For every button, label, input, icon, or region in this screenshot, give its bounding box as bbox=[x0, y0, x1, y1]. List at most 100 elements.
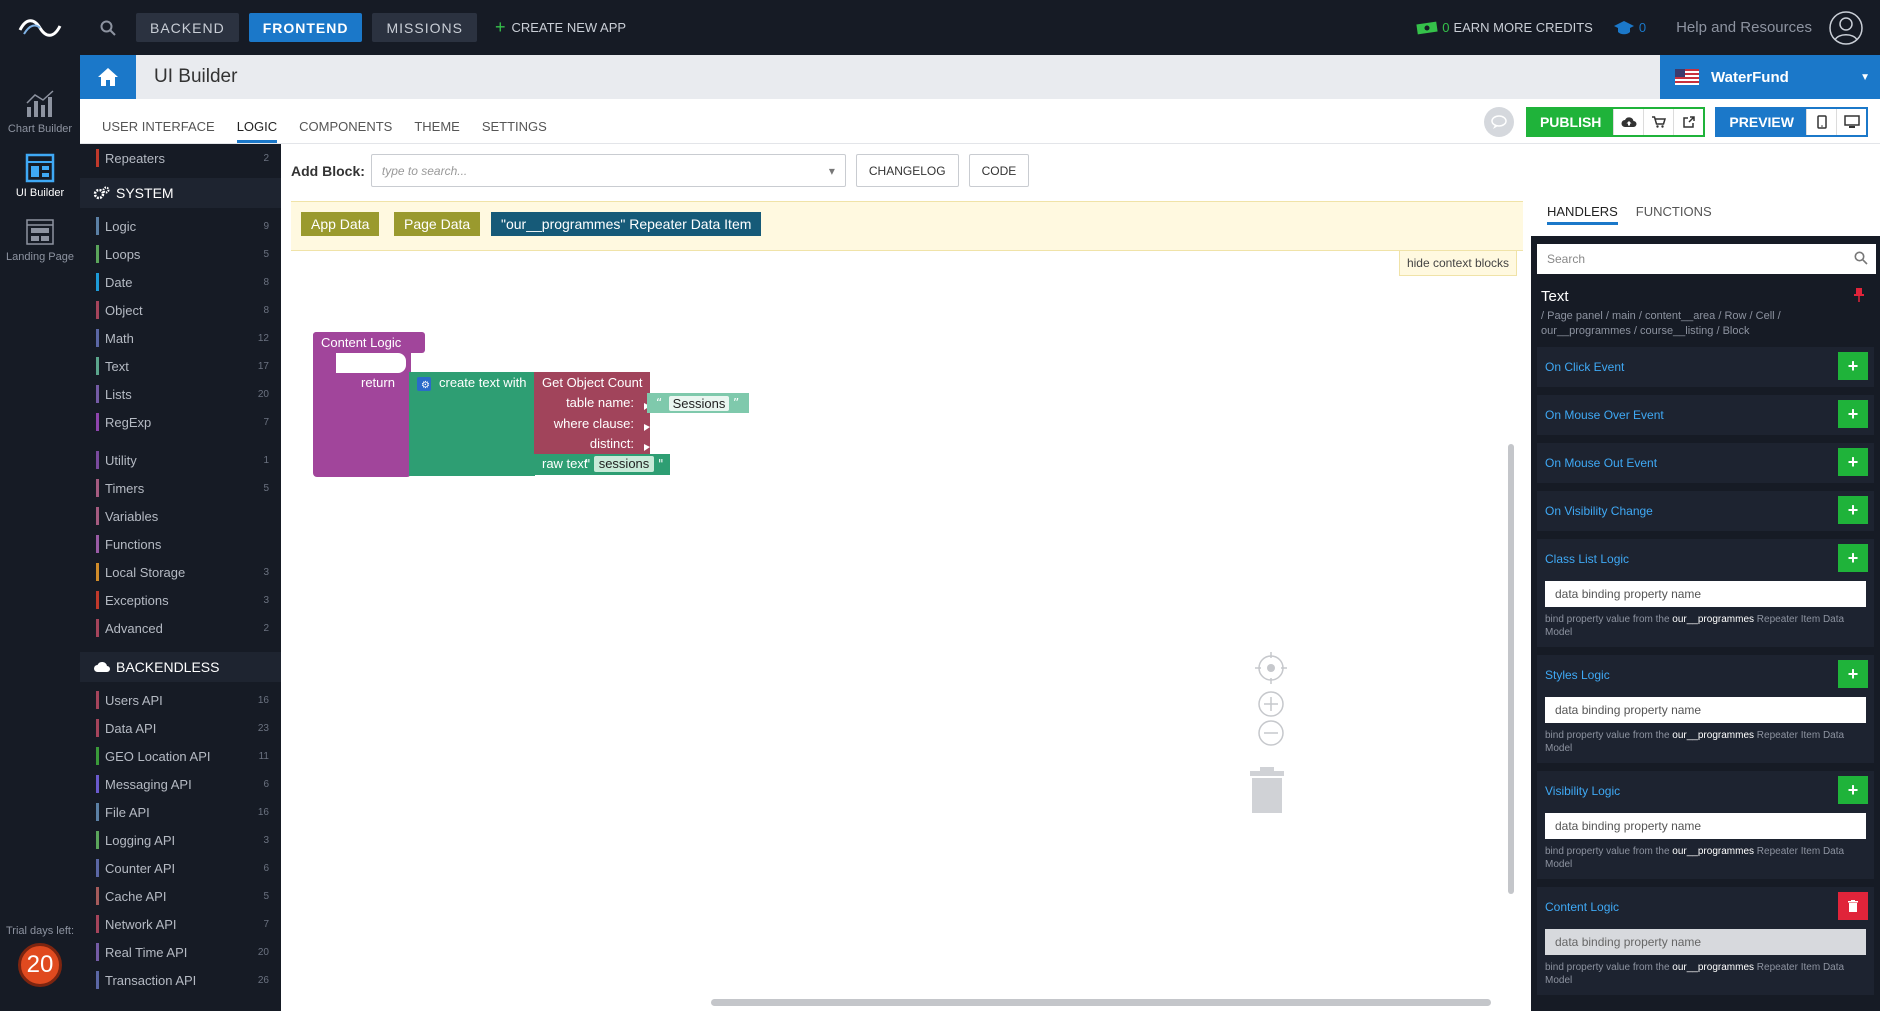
category-network-api[interactable]: Network API 7 bbox=[80, 910, 281, 938]
recenter-icon[interactable] bbox=[1255, 652, 1287, 684]
category-repeaters[interactable]: Repeaters 2 bbox=[80, 144, 281, 172]
trash-icon[interactable] bbox=[1250, 767, 1284, 813]
content-logic-block[interactable]: Content Logic return bbox=[281, 144, 425, 477]
get-object-count-block[interactable]: Get Object Count table name: where claus… bbox=[534, 372, 650, 456]
backendless-header[interactable]: BACKENDLESS bbox=[80, 652, 281, 682]
context-block-page-data[interactable]: Page Data bbox=[394, 212, 481, 236]
blocks-canvas[interactable]: Content Logic return ⚙ create text with … bbox=[281, 144, 1523, 1011]
home-button[interactable] bbox=[80, 55, 136, 99]
create-text-block[interactable]: ⚙ create text with bbox=[409, 372, 535, 476]
category-transaction-api[interactable]: Transaction API 26 bbox=[80, 966, 281, 994]
rail-ui-builder[interactable]: UI Builder bbox=[0, 151, 80, 199]
chat-icon[interactable] bbox=[1483, 107, 1514, 137]
code-button[interactable]: CODE bbox=[968, 154, 1030, 187]
missions-counter[interactable]: 0 bbox=[1613, 20, 1646, 36]
category-cache-api[interactable]: Cache API 5 bbox=[80, 882, 281, 910]
trial-days-count[interactable]: 20 bbox=[18, 943, 62, 987]
category-logic[interactable]: Logic 9 bbox=[80, 212, 281, 240]
category-local-storage[interactable]: Local Storage 3 bbox=[80, 558, 281, 586]
rail-landing-page[interactable]: Landing Page bbox=[0, 215, 80, 263]
tab-missions[interactable]: MISSIONS bbox=[372, 13, 477, 42]
category-variables[interactable]: Variables bbox=[80, 502, 281, 530]
search-icon[interactable] bbox=[80, 0, 136, 55]
delete-handler-button[interactable] bbox=[1838, 892, 1868, 920]
context-block-repeater-item[interactable]: "our__programmes" Repeater Data Item bbox=[491, 212, 762, 236]
category-text[interactable]: Text 17 bbox=[80, 352, 281, 380]
zoom-in-icon[interactable] bbox=[1258, 691, 1284, 717]
category-color-bar bbox=[96, 971, 99, 989]
category-color-bar bbox=[96, 413, 99, 431]
horizontal-scrollbar[interactable] bbox=[711, 999, 1491, 1006]
vertical-scrollbar[interactable] bbox=[1508, 444, 1514, 894]
mobile-icon[interactable] bbox=[1806, 109, 1836, 135]
logic-workspace[interactable]: Content Logic return ⚙ create text with … bbox=[281, 144, 1529, 1011]
category-date[interactable]: Date 8 bbox=[80, 268, 281, 296]
preview-button[interactable]: PREVIEW bbox=[1717, 109, 1806, 135]
category-file-api[interactable]: File API 16 bbox=[80, 798, 281, 826]
tab-user-interface[interactable]: USER INTERFACE bbox=[102, 119, 215, 143]
add-handler-button[interactable]: + bbox=[1838, 496, 1868, 524]
tab-logic[interactable]: LOGIC bbox=[236, 119, 278, 143]
pin-icon[interactable] bbox=[1854, 288, 1864, 302]
user-avatar-icon[interactable] bbox=[1828, 10, 1864, 46]
category-timers[interactable]: Timers 5 bbox=[80, 474, 281, 502]
app-selector[interactable]: WaterFund ▼ bbox=[1660, 55, 1880, 99]
tab-components[interactable]: COMPONENTS bbox=[299, 119, 392, 143]
category-data-api[interactable]: Data API 23 bbox=[80, 714, 281, 742]
add-handler-button[interactable]: + bbox=[1838, 776, 1868, 804]
category-lists[interactable]: Lists 20 bbox=[80, 380, 281, 408]
tab-theme[interactable]: THEME bbox=[414, 119, 460, 143]
category-messaging-api[interactable]: Messaging API 6 bbox=[80, 770, 281, 798]
rail-chart-builder[interactable]: Chart Builder bbox=[0, 87, 80, 135]
backendless-logo[interactable] bbox=[0, 0, 80, 55]
tab-settings[interactable]: SETTINGS bbox=[482, 119, 547, 143]
category-loops[interactable]: Loops 5 bbox=[80, 240, 281, 268]
handlers-search-input[interactable]: Search bbox=[1537, 244, 1876, 274]
category-object[interactable]: Object 8 bbox=[80, 296, 281, 324]
category-exceptions[interactable]: Exceptions 3 bbox=[80, 586, 281, 614]
tab-handlers[interactable]: HANDLERS bbox=[1547, 204, 1618, 225]
category-utility[interactable]: Utility 1 bbox=[80, 446, 281, 474]
add-block-search-input[interactable]: type to search... ▾ bbox=[370, 154, 846, 187]
category-color-bar bbox=[96, 747, 99, 765]
data-binding-input[interactable]: data binding property name bbox=[1545, 697, 1866, 723]
add-handler-button[interactable]: + bbox=[1838, 544, 1868, 572]
category-real-time-api[interactable]: Real Time API 20 bbox=[80, 938, 281, 966]
desktop-icon[interactable] bbox=[1836, 109, 1866, 135]
category-regexp[interactable]: RegExp 7 bbox=[80, 408, 281, 436]
data-binding-input[interactable]: data binding property name bbox=[1545, 813, 1866, 839]
add-handler-button[interactable]: + bbox=[1838, 352, 1868, 380]
cloud-upload-icon[interactable] bbox=[1613, 109, 1644, 135]
raw-text-block[interactable]: raw text " sessions " bbox=[534, 454, 670, 475]
help-link[interactable]: Help and Resources bbox=[1676, 19, 1812, 36]
category-counter-api[interactable]: Counter API 6 bbox=[80, 854, 281, 882]
category-count: 12 bbox=[257, 332, 269, 344]
category-color-bar bbox=[96, 479, 99, 497]
data-binding-input[interactable]: data binding property name bbox=[1545, 929, 1866, 955]
add-handler-button[interactable]: + bbox=[1838, 660, 1868, 688]
system-header[interactable]: SYSTEM bbox=[80, 178, 281, 208]
create-new-app-button[interactable]: + CREATE NEW APP bbox=[495, 17, 626, 38]
changelog-button[interactable]: CHANGELOG bbox=[855, 154, 959, 187]
category-math[interactable]: Math 12 bbox=[80, 324, 281, 352]
category-advanced[interactable]: Advanced 2 bbox=[80, 614, 281, 642]
data-binding-input[interactable]: data binding property name bbox=[1545, 581, 1866, 607]
publish-button[interactable]: PUBLISH bbox=[1528, 109, 1613, 135]
earn-credits-link[interactable]: 0 EARN MORE CREDITS bbox=[1416, 20, 1593, 35]
cart-icon[interactable] bbox=[1643, 109, 1674, 135]
add-handler-button[interactable]: + bbox=[1838, 400, 1868, 428]
external-link-icon[interactable] bbox=[1673, 109, 1704, 135]
hide-context-blocks-button[interactable]: hide context blocks bbox=[1398, 251, 1517, 276]
category-users-api[interactable]: Users API 16 bbox=[80, 686, 281, 714]
tab-functions[interactable]: FUNCTIONS bbox=[1636, 204, 1712, 225]
tab-frontend[interactable]: FRONTEND bbox=[248, 13, 363, 42]
tab-backend[interactable]: BACKEND bbox=[136, 13, 239, 42]
zoom-out-icon[interactable] bbox=[1258, 720, 1284, 746]
context-block-app-data[interactable]: App Data bbox=[301, 212, 380, 236]
category-geo-location-api[interactable]: GEO Location API 11 bbox=[80, 742, 281, 770]
category-logging-api[interactable]: Logging API 3 bbox=[80, 826, 281, 854]
add-handler-button[interactable]: + bbox=[1838, 448, 1868, 476]
sessions-string-block[interactable]: “ Sessions ” bbox=[647, 393, 749, 413]
category-count: 6 bbox=[263, 778, 269, 790]
category-functions[interactable]: Functions bbox=[80, 530, 281, 558]
